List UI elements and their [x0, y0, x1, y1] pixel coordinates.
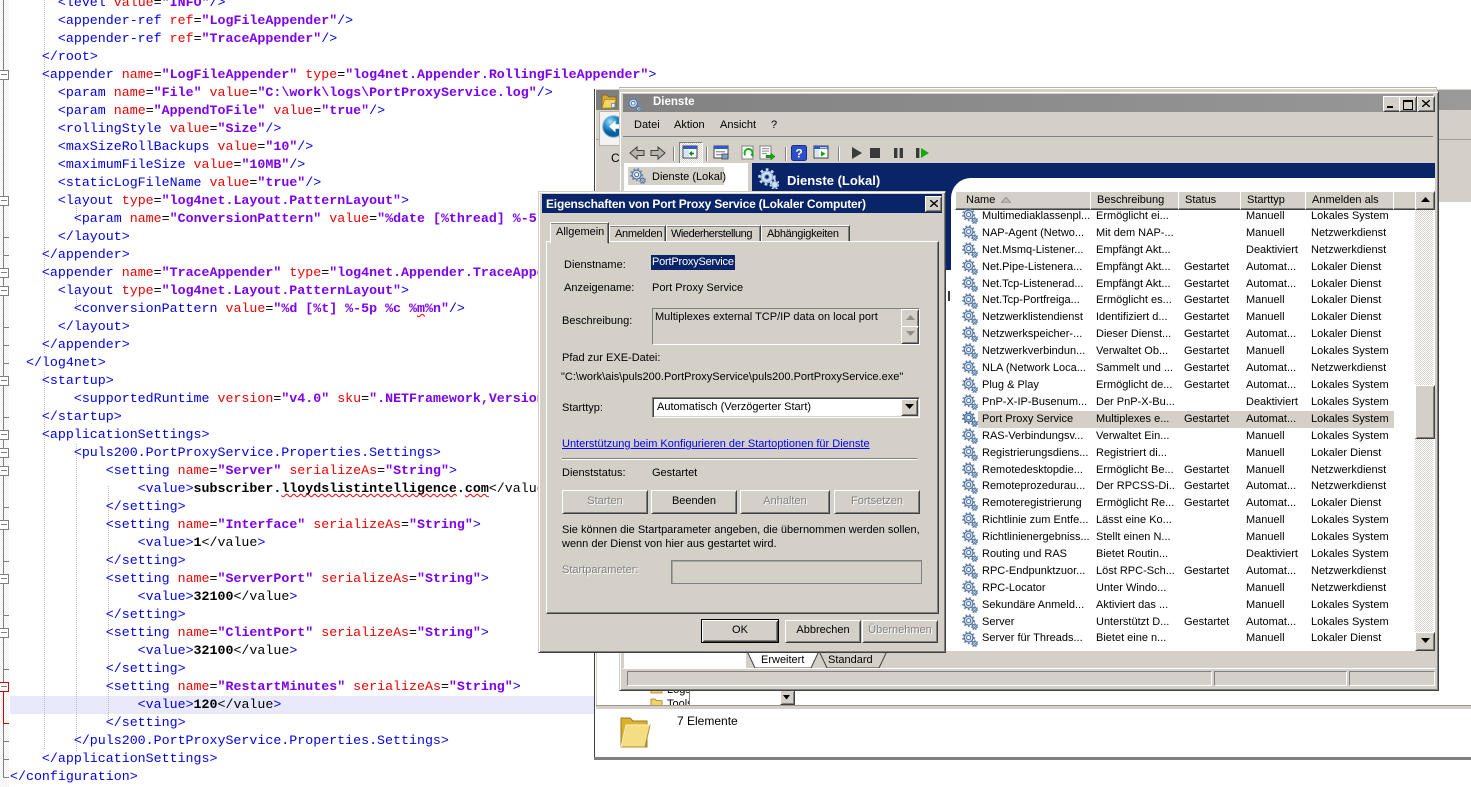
svg-text:?: ?: [795, 147, 802, 161]
